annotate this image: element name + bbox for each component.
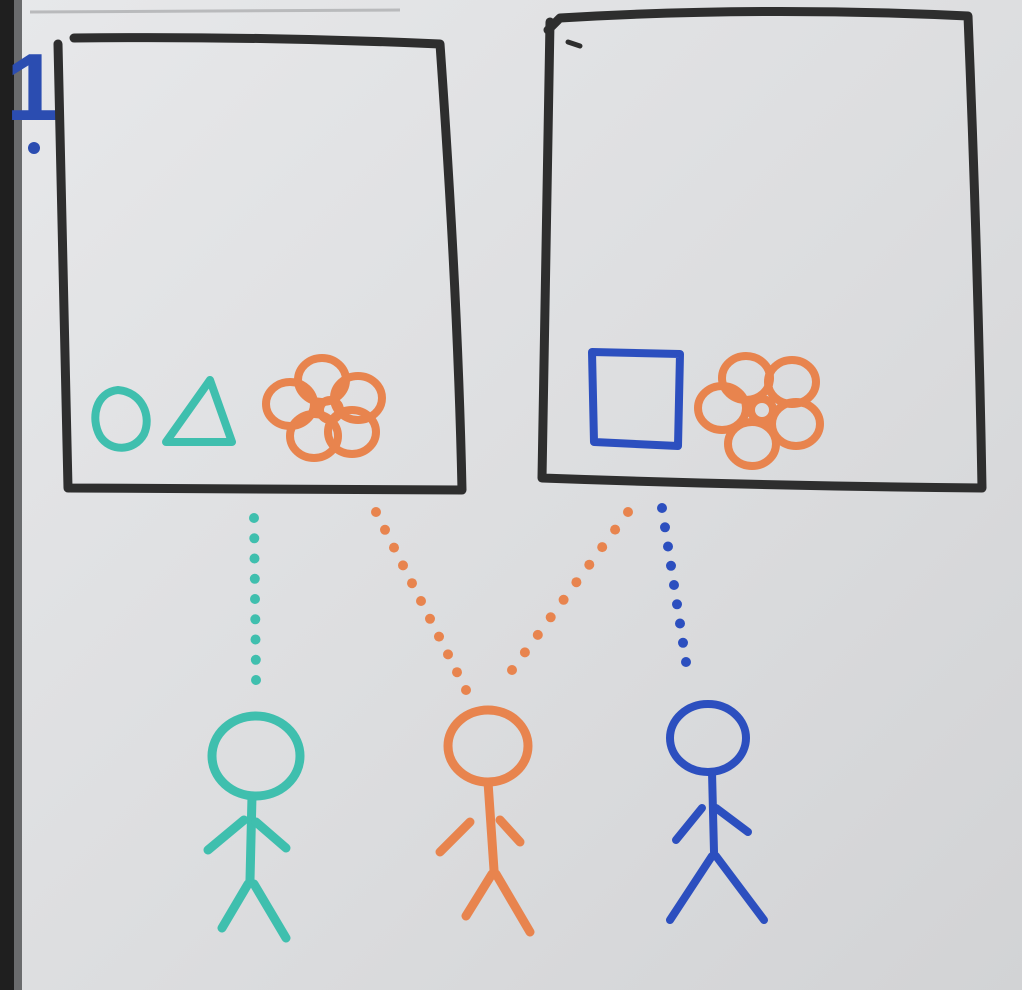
orange-sight-line-left-dot [416,596,426,606]
blue-sight-line-dot [657,503,667,513]
teal-person-head [207,711,305,801]
orange-sight-line-left-dot [371,507,381,517]
right-panel-shapes [588,348,824,470]
square-icon [588,348,684,450]
orange-sight-line-right-dot [507,665,517,675]
orange-sight-line-left-dot [434,631,444,642]
orange-sight-line-right-dot [597,542,608,553]
left-panel-shapes [91,354,386,462]
right-panel-mark [565,39,583,49]
sight-lines [249,503,691,695]
teal-sight-line-dot [250,594,260,604]
left-panel-frame [53,33,467,495]
teal-person-legs [217,879,291,943]
orange-sight-line-right-dot [519,647,530,658]
orange-sight-line-left-dot [443,649,453,660]
blue-person [666,700,768,924]
orange-sight-line-right-dot [584,559,595,570]
orange-person [435,705,535,937]
right-panel [537,6,987,493]
teal-sight-line-dot [250,654,261,665]
flower-icon [262,354,386,462]
teal-sight-line-dot [250,634,261,645]
left-panel [53,33,467,495]
blue-sight-line-dot [666,560,676,571]
blue-sight-line-dot [681,657,691,667]
orange-person-head [443,705,533,787]
blue-sight-line-dot [663,541,673,552]
orange-sight-line-left-dot [452,667,462,678]
flower-icon [694,352,824,470]
orange-sight-line-right-dot [571,577,582,588]
blue-person-body [708,768,718,856]
board-top-shadow [29,8,401,14]
orange-sight-line-right-dot [558,594,569,605]
whiteboard-drawing: 1 [0,0,987,990]
orange-person-arms [435,815,525,857]
orange-sight-line-left-dot [461,685,471,695]
orange-sight-line-right-dot [532,629,543,640]
teal-sight-line-dot [249,513,259,523]
blue-person-head [666,700,750,776]
blue-sight-line-dot [678,637,688,648]
orange-sight-line-left-dot [398,560,408,571]
blue-sight-line-dot [660,522,670,533]
blue-sight-line-dot [672,599,682,610]
orange-person-body [483,777,499,875]
right-panel-frame [537,6,987,493]
orange-sight-line-right-dot [610,524,621,535]
teal-sight-line-dot [249,573,260,584]
orange-sight-line-left-dot [389,542,399,553]
board-frame-left-highlight [14,0,22,990]
triangle-icon [162,376,236,446]
teal-person-body [245,791,257,885]
blue-person-legs [666,852,768,924]
orange-person-legs [461,869,535,937]
whiteboard: 1 [0,0,1022,990]
orange-sight-line-right-dot [623,507,633,517]
teal-sight-line-dot [251,675,261,685]
teal-sight-line-dot [249,533,260,544]
blue-sight-line-dot [669,580,679,590]
orange-sight-line-right-dot [545,612,556,623]
circle-icon [91,386,151,452]
orange-sight-line-left-dot [380,524,390,535]
teal-person [203,711,305,943]
orange-sight-line-left-dot [425,613,435,624]
blue-sight-line-dot [675,618,685,629]
teal-sight-line-dot [249,553,260,564]
board-number: 1 [6,34,59,141]
board-frame-left [0,0,14,990]
orange-sight-line-left-dot [407,578,417,589]
board-number-dot [28,142,40,154]
teal-sight-line-dot [250,614,261,625]
